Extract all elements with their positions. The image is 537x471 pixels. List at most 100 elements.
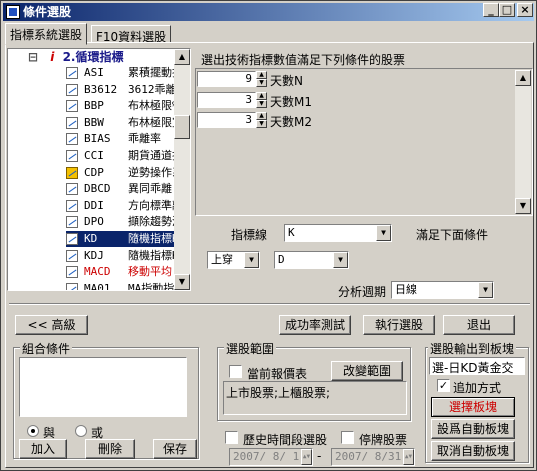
current-report-label: 當前報價表 (247, 367, 308, 381)
advanced-button[interactable]: << 高級 (15, 315, 88, 335)
tree-item-b3612[interactable]: B3612 3612乖離 (66, 82, 176, 98)
tree-item-ma01[interactable]: MA01 MA指動指 (66, 281, 175, 291)
indicator-chart-icon (66, 216, 78, 229)
tree-item-kdj[interactable]: KDJ 隨機指標K (66, 248, 176, 264)
tree-content: ⊟ i 2.循環指標 ASI累積擺動指B36123612乖離BBP布林極限%BB… (8, 49, 176, 291)
tree-item-cdp[interactable]: CDP 逆勢操作系 (66, 165, 176, 181)
add-button[interactable]: 加入 (19, 439, 67, 459)
period-label: 分析週期 (338, 285, 387, 299)
condition-prompt: 選出技術指標數值滿足下列條件的股票 (201, 53, 406, 67)
indicator-chart-icon (66, 249, 78, 262)
scroll-up-button[interactable]: ▲ (174, 49, 190, 65)
spin-up-icon[interactable]: ▲ (256, 71, 267, 79)
tab-label: 指標系統選股 (10, 28, 83, 42)
target-select[interactable]: D ▼ (274, 251, 349, 269)
tree-item-name: 布林極限% (128, 99, 176, 113)
scroll-down-button[interactable]: ▼ (174, 274, 190, 290)
tree-item-kd[interactable]: KD 隨機指標KD (66, 231, 176, 247)
change-range-button[interactable]: 改變範圍 (331, 361, 403, 381)
indicator-chart-icon (66, 282, 78, 290)
select-block-button[interactable]: 選擇板塊 (431, 397, 515, 417)
param-scrollbar[interactable]: ▲ ▼ (515, 70, 531, 214)
title-bar[interactable]: 條件選股 (3, 3, 534, 21)
combo-conditions-list[interactable] (19, 357, 187, 417)
period-select[interactable]: 日線 ▼ (391, 281, 494, 299)
start-date-picker[interactable]: 2007/ 8/ 1 ▲▼ (229, 448, 313, 466)
tree-item-name: 期貨通道指 (128, 149, 176, 162)
spin-down-icon[interactable]: ▼ (256, 79, 267, 87)
param-value[interactable]: 9 (197, 71, 256, 87)
scroll-up-button[interactable]: ▲ (515, 70, 531, 86)
minimize-button[interactable]: _ (483, 3, 499, 17)
chevron-down-icon[interactable]: ▼ (333, 252, 348, 268)
indicator-line-select[interactable]: K ▼ (284, 224, 392, 242)
cancel-auto-block-button[interactable]: 取消自動板塊 (431, 441, 515, 461)
execute-button[interactable]: 執行選股 (363, 315, 435, 335)
maximize-button[interactable]: □ (499, 3, 515, 17)
tree-item-name: 異同乖離 (128, 182, 172, 196)
append-mode-checkbox[interactable]: ✓ (437, 379, 450, 392)
tree-scrollbar[interactable]: ▲ ▼ (174, 49, 190, 290)
tree-item-dbcd[interactable]: DBCD 異同乖離 (66, 181, 172, 197)
tree-item-dpo[interactable]: DPO 擷除趨勢波 (66, 214, 176, 230)
tree-item-name: 方向標準離 (128, 198, 176, 212)
chevron-down-icon[interactable]: ▼ (376, 225, 391, 241)
param-value[interactable]: 3 (197, 112, 256, 128)
chevron-down-icon[interactable]: ▼ (244, 252, 259, 268)
tree-item-name: 逆勢操作系 (128, 165, 176, 179)
chevron-down-icon[interactable]: ▼ (478, 282, 493, 298)
tree-item-code: BBP (84, 99, 104, 113)
indicator-chart-icon (66, 266, 78, 279)
tree-item-code: DBCD (84, 182, 111, 196)
spin-down-icon[interactable]: ▼ (256, 100, 267, 108)
close-button[interactable]: × (517, 3, 533, 17)
current-report-checkbox[interactable] (229, 365, 242, 378)
success-test-button[interactable]: 成功率測試 (279, 315, 351, 335)
tree-item-bias[interactable]: BIAS 乖離率 (66, 131, 161, 147)
date-spin-icon[interactable]: ▲▼ (301, 449, 312, 465)
tree-item-ddi[interactable]: DDI 方向標準離 (66, 198, 176, 214)
tree-group-label: 2.循環指標 (62, 50, 124, 64)
and-radio[interactable] (27, 425, 39, 437)
tree-collapse-icon[interactable]: ⊟ (28, 50, 38, 64)
tree-item-bbp[interactable]: BBP 布林極限% (66, 98, 176, 114)
tree-item-name: 隨機指標K (128, 248, 176, 262)
window-title: 條件選股 (23, 5, 72, 19)
separator (9, 303, 530, 305)
tree-item-name: 隨機指標KD (128, 232, 176, 245)
tab-f10-selection[interactable]: F10資料選股 (91, 25, 172, 44)
indicator-tree[interactable]: ⊟ i 2.循環指標 ASI累積擺動指B36123612乖離BBP布林極限%BB… (7, 48, 191, 291)
save-button[interactable]: 保存 (153, 439, 197, 459)
target-value: D (278, 253, 285, 266)
group-label: 選股範圍 (224, 340, 277, 357)
tab-indicator-selection[interactable]: 指標系統選股 (5, 23, 88, 45)
spin-up-icon[interactable]: ▲ (256, 112, 267, 120)
markets-text: 上市股票;上櫃股票; (223, 381, 407, 415)
tree-item-code: KDJ (84, 248, 104, 262)
tree-item-name: MA指動指 (128, 281, 175, 291)
tree-item-code: MA01 (84, 281, 111, 291)
spin-down-icon[interactable]: ▼ (256, 120, 267, 128)
suspended-checkbox[interactable] (341, 431, 354, 444)
scroll-down-button[interactable]: ▼ (515, 198, 531, 214)
tree-item-bbw[interactable]: BBW 布林極限寬 (66, 115, 176, 131)
spin-up-icon[interactable]: ▲ (256, 92, 267, 100)
operator-select[interactable]: 上穿 ▼ (207, 251, 260, 269)
scroll-thumb[interactable] (174, 115, 190, 139)
output-block-name[interactable]: 選-日KD黃金交 (429, 357, 525, 375)
append-mode-label: 追加方式 (453, 381, 502, 395)
delete-button[interactable]: 刪除 (85, 439, 135, 459)
tree-item-code: BIAS (84, 132, 111, 146)
tree-group-header[interactable]: ⊟ i 2.循環指標 (28, 49, 123, 65)
date-spin-icon[interactable]: ▲▼ (403, 449, 414, 465)
tree-item-cci[interactable]: CCI 期貨通道指 (66, 148, 176, 164)
param-value[interactable]: 3 (197, 92, 256, 108)
tree-item-macd[interactable]: MACD 移動平均 (66, 264, 172, 280)
tree-item-asi[interactable]: ASI 累積擺動指 (66, 65, 176, 81)
exit-button[interactable]: 退出 (443, 315, 515, 335)
or-radio[interactable] (75, 425, 87, 437)
history-checkbox[interactable] (225, 431, 238, 444)
set-auto-block-button[interactable]: 設爲自動板塊 (431, 419, 515, 439)
param-label-m2: 天數M2 (270, 115, 312, 129)
end-date-picker[interactable]: 2007/ 8/31 ▲▼ (331, 448, 415, 466)
